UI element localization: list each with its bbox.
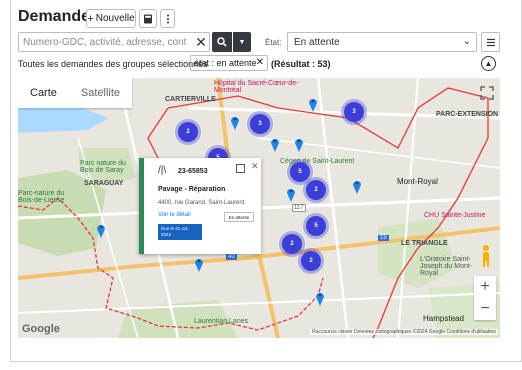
request-number: 23-65853 [178, 168, 208, 175]
filter-chip-label: état : en attente [194, 58, 257, 68]
remove-filter-icon[interactable]: ✕ [256, 57, 264, 68]
state-filter-label: État: [265, 38, 282, 47]
map-label-parc-extension: PARC-EXTENSION [436, 111, 499, 118]
marker-cluster[interactable]: 3 [250, 114, 270, 134]
marker-cluster[interactable]: 2 [282, 234, 302, 254]
tab-satellite[interactable]: Satellite [69, 78, 132, 108]
zoom-in-button[interactable]: + [474, 276, 496, 298]
new-request-button[interactable]: + Nouvelle [86, 9, 136, 28]
map-label-triangle: LE TRIANGLE [401, 240, 448, 247]
list-view-button[interactable] [481, 32, 500, 52]
location-pin-icon[interactable] [96, 222, 106, 238]
fullscreen-icon[interactable] [480, 86, 494, 100]
road-shield-15: 15 [378, 235, 389, 241]
search-icon [217, 37, 227, 47]
location-pin-icon[interactable] [352, 178, 362, 194]
map-label-hospital: Hôpital du Sacré-Cœur-de-Montréal [214, 80, 299, 94]
close-icon[interactable]: ✕ [251, 161, 259, 172]
location-pin-icon[interactable] [308, 96, 318, 112]
clear-search-icon[interactable]: ✕ [193, 33, 209, 51]
active-filter-chip[interactable]: état : en attente ✕ [190, 55, 268, 71]
map-label-chu: CHU Sainte-Justine [424, 212, 486, 219]
location-pin-icon[interactable] [294, 136, 304, 152]
map-label-saraguay: SARAGUAY [84, 180, 124, 187]
road-shield-40: 40 [226, 254, 237, 260]
map-label-laurentian: Laurentian Lanes [194, 318, 249, 325]
marker-cluster[interactable]: 5 [306, 216, 326, 236]
caret-down-icon: ▼ [238, 38, 246, 46]
road-shield-117: 117 [292, 204, 306, 212]
location-pin-icon[interactable] [230, 114, 240, 130]
search-dropdown-button[interactable]: ▼ [233, 32, 251, 52]
map-label-cegep: Cégep de Saint-Laurent [280, 158, 355, 165]
map-label-parc-nature: Parc nature du Bois de Saray [80, 160, 126, 174]
due-date-badge: Due le 31 oct. 2023 [158, 224, 202, 240]
search-input[interactable] [18, 32, 210, 52]
list-icon [486, 38, 495, 46]
map-attribution: Raccourcis clavier Données cartographiqu… [310, 329, 498, 335]
pegman-icon[interactable] [478, 244, 494, 268]
new-request-label: Nouvelle [95, 13, 135, 24]
map-label-hampstead: Hampstead [423, 314, 464, 323]
marker-cluster[interactable]: 2 [301, 251, 321, 271]
result-count: (Résultat : 53) [271, 59, 331, 69]
map-label-parc-bois-liesse: Parc-nature du Bois-de-Liesse [18, 190, 65, 204]
view-detail-link[interactable]: Voir le détail [158, 212, 191, 218]
collapse-button[interactable]: ▲ [481, 56, 496, 71]
google-logo: Google [22, 323, 60, 335]
marker-cluster[interactable]: 2 [306, 180, 326, 200]
calculator-icon [144, 14, 152, 23]
tab-map[interactable]: Carte [18, 78, 69, 108]
select-checkbox[interactable] [236, 164, 245, 173]
map-label-oratoire: L'Oratoire Saint-Joseph du Mont-Royal [420, 256, 473, 277]
calculator-button[interactable] [139, 9, 157, 28]
chevron-up-icon: ▲ [484, 59, 493, 68]
status-badge: En attente [224, 212, 254, 222]
chevron-down-icon: ⌄ [462, 36, 471, 47]
zoom-out-button[interactable]: − [474, 298, 496, 320]
map-type-tabs: Carte Satellite [18, 78, 133, 108]
state-selected-value: En attente [294, 36, 340, 48]
state-select[interactable]: En attente ⌄ [287, 32, 477, 52]
marker-cluster[interactable]: 2 [178, 122, 198, 142]
map-view[interactable]: Hôpital du Sacré-Cœur-de-Montréal CARTIE… [18, 78, 500, 338]
map-label-cartierville: CARTIERVILLE [165, 96, 216, 103]
map-label-mont-royal: Mont-Royal [397, 177, 438, 186]
road-work-icon: /|\ [158, 165, 167, 176]
zoom-control: + − [474, 276, 496, 320]
location-pin-icon[interactable] [286, 186, 296, 202]
request-type: Pavage - Réparation [158, 186, 226, 193]
request-address: 4400, rue Garand, Saint-Laurent [158, 200, 245, 206]
filter-scope-text: Toutes les demandes des groupes sélectio… [18, 59, 208, 69]
vertical-dots-icon [166, 14, 169, 23]
location-pin-icon[interactable] [315, 290, 325, 306]
location-pin-icon[interactable] [270, 136, 280, 152]
more-options-button[interactable] [160, 9, 175, 28]
location-pin-icon[interactable] [194, 256, 204, 272]
search-button[interactable] [212, 32, 232, 52]
marker-cluster[interactable]: 3 [344, 102, 364, 122]
request-info-window: /|\ 23-65853 ✕ Pavage - Réparation 4400,… [139, 158, 261, 254]
marker-cluster[interactable]: 5 [290, 162, 310, 182]
plus-icon: + [87, 12, 94, 25]
